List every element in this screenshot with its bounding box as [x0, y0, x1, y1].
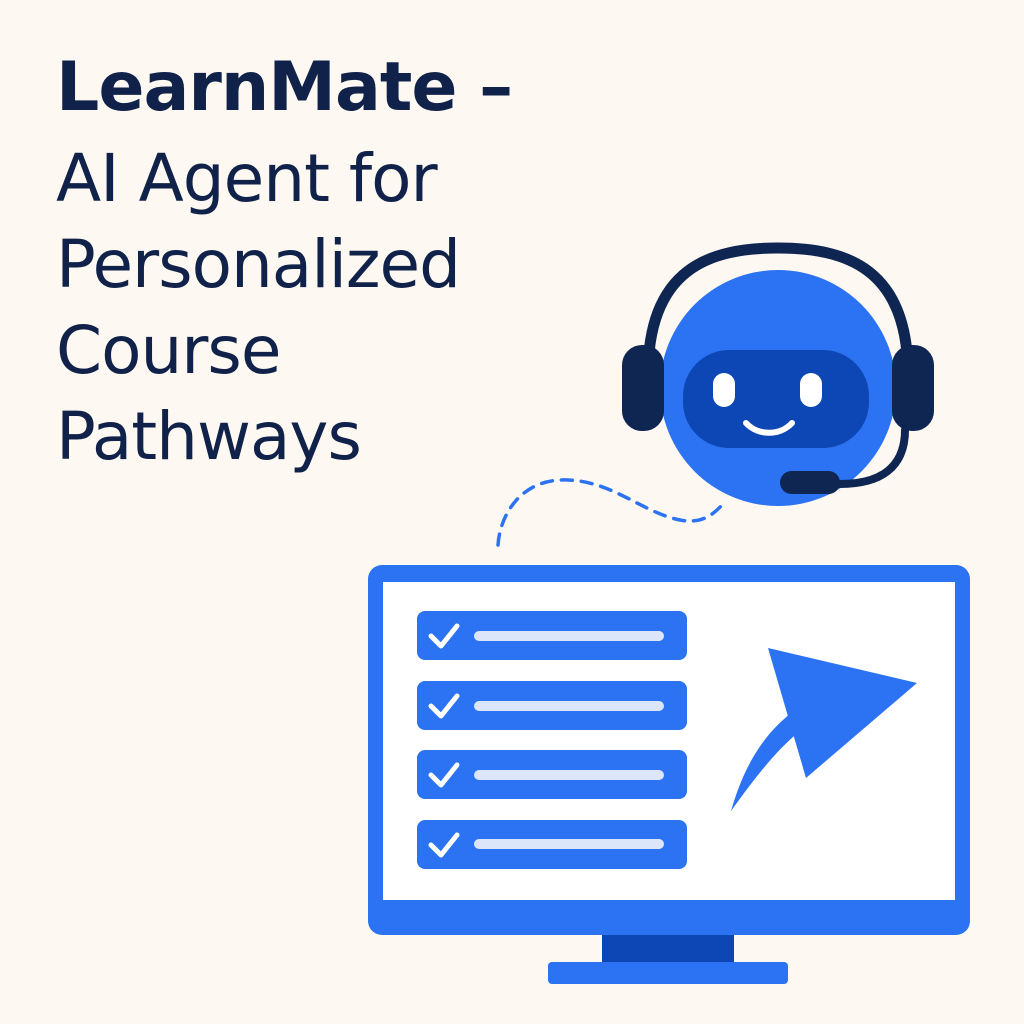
monitor-stand-base — [548, 962, 788, 984]
checklist-row — [417, 681, 687, 730]
illustration — [368, 242, 970, 984]
headset-earcup-right — [892, 345, 934, 431]
robot-eye-right — [800, 373, 822, 407]
row-line — [474, 701, 664, 711]
row-line — [474, 839, 664, 849]
headset-earcup-left — [622, 345, 664, 431]
dashed-connector — [496, 478, 724, 547]
checklist-row — [417, 611, 687, 660]
checklist-row — [417, 750, 687, 799]
row-line — [474, 770, 664, 780]
row-line — [474, 631, 664, 641]
checklist-row — [417, 820, 687, 869]
robot-eye-left — [713, 373, 735, 407]
robot-head-icon — [622, 242, 934, 506]
headset-mic — [780, 471, 840, 494]
